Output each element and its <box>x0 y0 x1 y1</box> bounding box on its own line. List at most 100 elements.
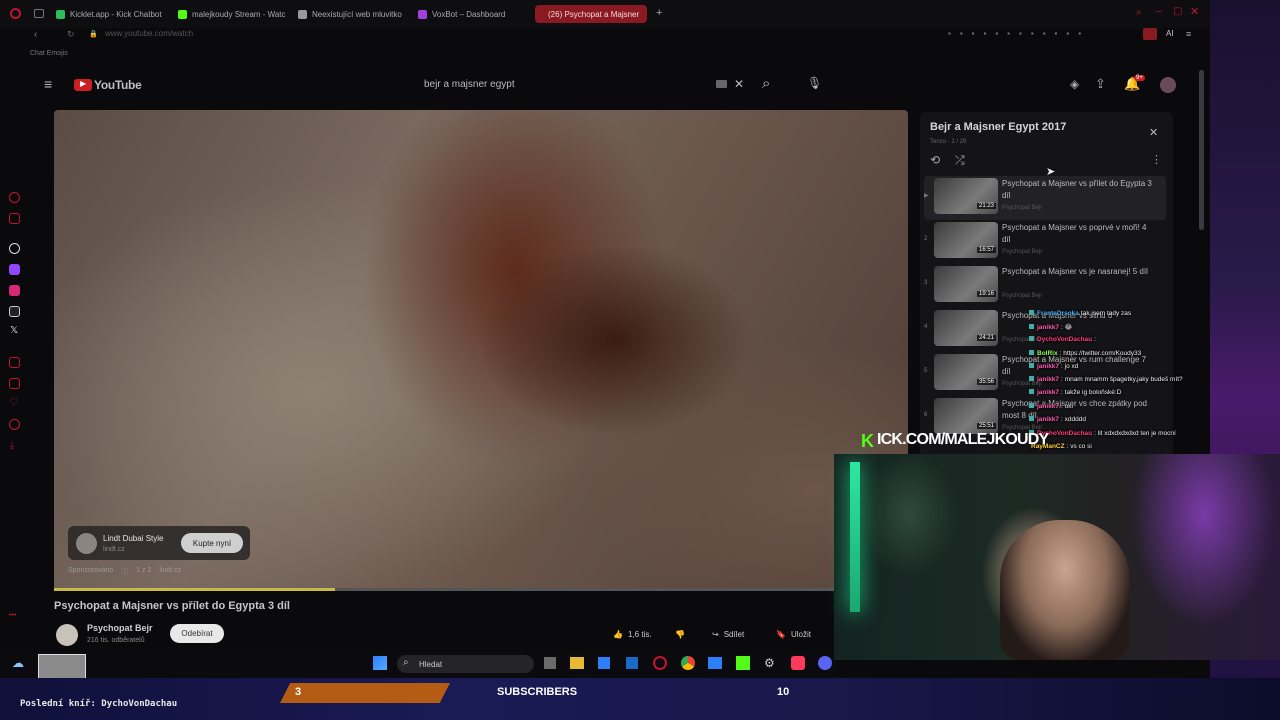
chat-message: janikk7: oki <box>1029 403 1073 410</box>
apps-grid-icon[interactable] <box>9 378 20 389</box>
page-scrollbar[interactable] <box>1199 70 1204 230</box>
more-rail-icon[interactable]: ••• <box>9 612 16 619</box>
ad-buy-button[interactable]: Kupte nyní <box>181 533 243 553</box>
store-icon[interactable] <box>598 657 610 669</box>
share-button[interactable]: ↪ Sdílet <box>712 624 744 644</box>
menu-icon[interactable]: ≡ <box>1186 29 1191 39</box>
cast-icon[interactable]: ◈ <box>1070 77 1079 91</box>
downloads-icon[interactable]: ⤓ <box>10 440 14 451</box>
tab-kicklet[interactable]: Kicklet.app - Kick Chatbot <box>56 5 168 23</box>
kick-url: ICK.COM/MALEJKOUDY <box>877 431 1049 448</box>
youtube-logo-text[interactable]: YouTube <box>94 78 142 92</box>
minimize-icon[interactable]: – <box>1156 6 1162 17</box>
like-button[interactable]: 👍 1,6 tis. <box>613 624 652 644</box>
aria-icon[interactable] <box>9 192 20 203</box>
tiktok-icon[interactable] <box>9 306 20 317</box>
search-tabs-icon[interactable]: ⌕ <box>1136 7 1142 18</box>
subs-count: 3 <box>295 686 302 698</box>
clear-search-icon[interactable]: ✕ <box>734 77 744 91</box>
ad-site[interactable]: lindt.cz <box>159 567 181 577</box>
twitch-icon[interactable] <box>9 264 20 275</box>
back-icon[interactable]: ‹ <box>34 29 37 40</box>
instagram-icon[interactable] <box>9 285 20 296</box>
tab-youtube-active[interactable]: (26) Psychopat a Majsner <box>535 5 647 23</box>
streamer-face <box>1000 520 1130 660</box>
video-title: Psychopat a Majsner vs přílet do Egypta … <box>54 600 290 612</box>
ad-domain: lindt.cz <box>103 546 125 553</box>
chat-badge-icon <box>1029 416 1034 421</box>
tab-favicon-icon <box>418 9 427 19</box>
chat-badge-icon <box>1029 350 1034 355</box>
hamburger-menu-icon[interactable]: ≡ <box>44 76 52 92</box>
chat-message: janikk7: 😂 <box>1029 323 1072 331</box>
search-icon[interactable]: ⌕ <box>762 75 770 92</box>
history-icon[interactable] <box>9 419 20 430</box>
close-playlist-icon[interactable]: ✕ <box>1149 126 1158 139</box>
weather-icon[interactable]: ☁ <box>12 656 24 670</box>
ai-icon[interactable]: AI <box>1166 29 1174 38</box>
video-player[interactable] <box>54 110 908 591</box>
info-icon[interactable]: ⓘ <box>121 567 128 577</box>
chrome-icon[interactable] <box>681 656 695 670</box>
chat-badge-icon <box>1029 363 1034 368</box>
playlist-more-icon[interactable]: ⋮ <box>1151 153 1162 166</box>
settings-gear-icon[interactable]: ⚙ <box>764 656 775 670</box>
heart-icon[interactable]: ♡ <box>9 397 18 408</box>
music-icon[interactable] <box>791 656 805 670</box>
chat-message: DychoVonDachau: lit xdxdxdxdxd ten je mo… <box>1029 430 1176 437</box>
playlist-item[interactable]: ▶ 21:23 Psychopat a Majsner vs přílet do… <box>924 176 1166 220</box>
url-field[interactable]: www.youtube.com/watch <box>105 29 193 38</box>
channel-avatar[interactable] <box>56 624 78 646</box>
file-explorer-icon[interactable] <box>570 657 584 669</box>
windows-start-icon[interactable] <box>373 656 387 670</box>
speed-dial-icon[interactable] <box>9 357 20 368</box>
microphone-icon[interactable]: 🎙 <box>807 76 822 90</box>
task-view-icon[interactable] <box>544 657 556 669</box>
bookmark-icon: 🔖 <box>776 629 786 639</box>
close-window-icon[interactable]: ✕ <box>1190 5 1199 18</box>
channel-name[interactable]: Psychopat Bejr <box>87 623 153 633</box>
chat-message: FrantaDrsoka tak jsem tady zas <box>1029 310 1131 317</box>
subs-count-box <box>280 683 450 703</box>
chatgpt-icon[interactable] <box>9 243 20 254</box>
reload-icon[interactable]: ↻ <box>67 29 75 40</box>
subs-goal: 10 <box>777 686 790 698</box>
keyboard-icon[interactable] <box>716 80 727 88</box>
download-icon[interactable] <box>1143 28 1157 40</box>
shuffle-icon[interactable]: ⤮ <box>955 153 965 168</box>
playlist-item[interactable]: 2 16:57 Psychopat a Majsner vs poprvé v … <box>924 220 1166 264</box>
tab-kick-stream[interactable]: malejkoudy Stream - Watc <box>178 5 290 23</box>
extensions-icons[interactable]: ▪▪▪▪▪▪▪▪▪▪▪▪ <box>948 29 1090 38</box>
messenger-icon[interactable] <box>9 213 20 224</box>
photos-icon[interactable] <box>708 657 722 669</box>
avatar[interactable] <box>1160 77 1176 93</box>
taskbar-search[interactable]: Hledat <box>397 655 534 673</box>
opera-taskbar-icon[interactable] <box>653 656 667 670</box>
bookmark-chat-emojis[interactable]: Chat Emojis <box>30 50 68 57</box>
tab-neexistujici[interactable]: Neexistující web mluvitko <box>298 5 410 23</box>
save-button[interactable]: 🔖 Uložit <box>776 624 811 644</box>
ad-count: 1 z 2 <box>136 567 152 574</box>
subscribe-button[interactable]: Odebírat <box>170 624 224 643</box>
playlist-title[interactable]: Bejr a Majsner Egypt 2017 <box>930 121 1066 133</box>
subs-label: SUBSCRIBERS <box>497 686 578 698</box>
x-twitter-icon[interactable]: 𝕏 <box>10 325 18 336</box>
kick-taskbar-icon[interactable] <box>736 656 750 670</box>
chat-message: janikk7: takže ig boloňské:D <box>1029 389 1121 396</box>
play-icon: ▶ <box>80 79 87 88</box>
discord-icon[interactable] <box>818 656 832 670</box>
outlook-icon[interactable] <box>626 657 638 669</box>
kick-logo-icon: K <box>861 431 874 451</box>
stream-bottom-bar <box>0 678 1280 720</box>
new-tab-icon[interactable]: + <box>656 7 662 19</box>
loop-icon[interactable]: ⟲ <box>930 153 940 167</box>
tab-overview-icon[interactable] <box>34 9 44 18</box>
search-input[interactable]: bejr a majsner egypt <box>424 79 515 90</box>
create-icon[interactable]: ⇪ <box>1095 76 1106 92</box>
ad-title: Lindt Dubai Style <box>103 534 164 543</box>
tab-voxbot[interactable]: VoxBot – Dashboard <box>418 5 528 23</box>
youtube-header <box>30 66 1200 104</box>
lock-icon: 🔒 <box>89 31 98 38</box>
dislike-button[interactable]: 👎 <box>675 624 685 644</box>
maximize-icon[interactable]: ▢ <box>1173 6 1182 17</box>
